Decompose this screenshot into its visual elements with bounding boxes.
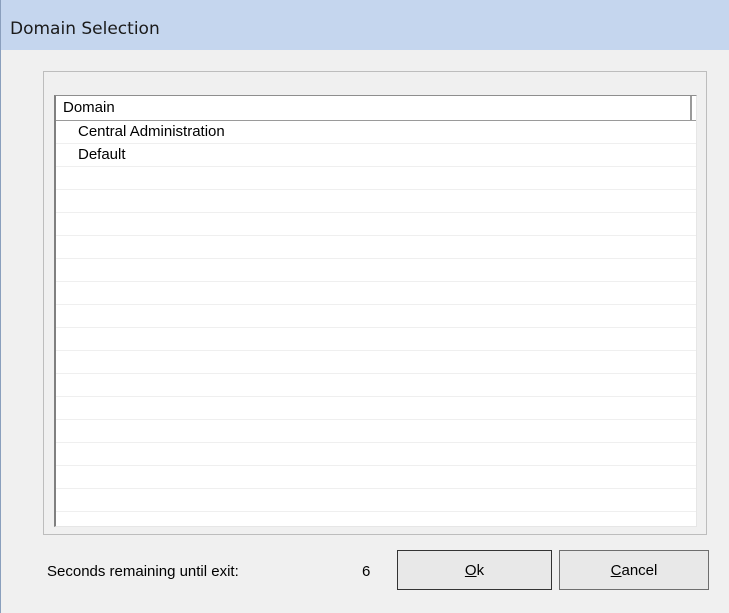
ok-label-rest: k xyxy=(476,561,485,579)
domain-listview[interactable]: Domain Central Administration Default xyxy=(54,95,697,527)
list-row-empty xyxy=(56,236,696,259)
ok-button[interactable]: Ok xyxy=(397,550,552,590)
cancel-accelerator: C xyxy=(610,561,622,579)
cancel-button[interactable]: Cancel xyxy=(559,550,709,590)
list-row-empty xyxy=(56,282,696,305)
list-row-empty xyxy=(56,213,696,236)
list-row-empty xyxy=(56,466,696,489)
countdown-label: Seconds remaining until exit: xyxy=(47,563,239,580)
window-title: Domain Selection xyxy=(10,19,160,39)
column-header-domain[interactable]: Domain xyxy=(56,96,692,120)
cancel-label-rest: ancel xyxy=(621,561,658,579)
title-bar[interactable]: Domain Selection xyxy=(1,0,729,50)
ok-accelerator: O xyxy=(464,561,477,579)
list-row-empty xyxy=(56,190,696,213)
list-item[interactable]: Default xyxy=(56,144,696,167)
list-row-empty xyxy=(56,443,696,466)
list-row-empty xyxy=(56,374,696,397)
list-row-empty xyxy=(56,259,696,282)
domain-selection-window: Domain Selection Domain Central Administ… xyxy=(0,0,729,613)
list-row-empty xyxy=(56,167,696,190)
countdown-value: 6 xyxy=(362,563,371,580)
list-row-empty xyxy=(56,512,696,526)
list-row-empty xyxy=(56,305,696,328)
list-row-empty xyxy=(56,489,696,512)
list-row-empty xyxy=(56,397,696,420)
list-row-empty xyxy=(56,351,696,374)
list-row-empty xyxy=(56,420,696,443)
listview-header: Domain xyxy=(56,96,696,121)
list-row-empty xyxy=(56,328,696,351)
list-item[interactable]: Central Administration xyxy=(56,121,696,144)
listview-rows: Central Administration Default xyxy=(56,121,696,526)
